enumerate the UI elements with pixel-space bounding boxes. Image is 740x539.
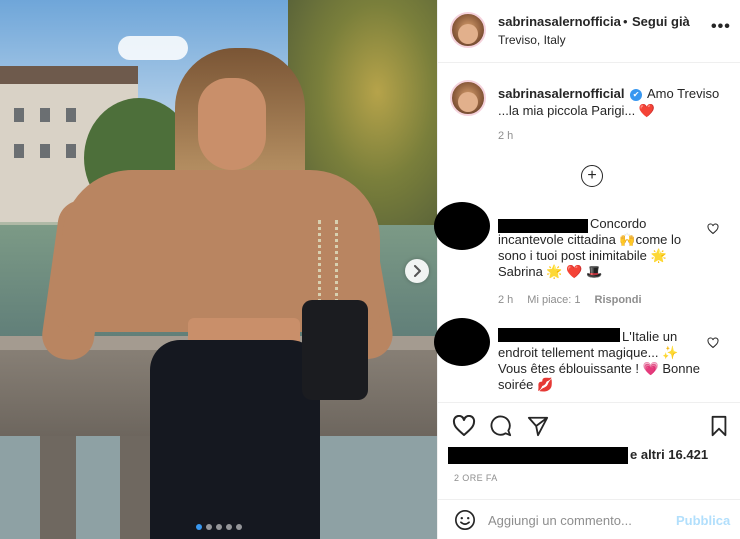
chevron-right-icon: [414, 265, 421, 277]
heart-icon[interactable]: [707, 223, 719, 235]
separator-dot: •: [623, 14, 628, 29]
comment-text: L'Italie un endroit tellement magique...…: [498, 329, 700, 392]
reply-button[interactable]: Rispondi: [595, 294, 642, 306]
building-roof: [0, 66, 138, 84]
carousel-next-button[interactable]: [405, 259, 429, 283]
bag-chain: [318, 220, 338, 310]
comment-input[interactable]: [488, 508, 668, 532]
bookmark-icon[interactable]: [709, 415, 729, 437]
caption: sabrinasalernofficial ✔ Amo Treviso ...l…: [498, 85, 723, 119]
cloud: [118, 36, 188, 60]
carousel-dot: [206, 524, 212, 530]
more-options-icon[interactable]: •••: [711, 18, 731, 36]
carousel-dot: [216, 524, 222, 530]
carousel-dot: [226, 524, 232, 530]
comment-text: Concordo incantevole cittadina 🙌come lo …: [498, 216, 682, 279]
post-comment-button[interactable]: Pubblica: [676, 513, 730, 528]
load-more-comments-button[interactable]: +: [581, 165, 603, 187]
building-window: [14, 108, 24, 122]
comment-meta: 2 h Mi piace: 1 Rispondi: [498, 294, 642, 306]
woman-pants: [150, 340, 320, 539]
plus-icon: +: [587, 167, 597, 184]
building-window: [40, 144, 50, 158]
redacted-liker: [448, 447, 628, 464]
railing-post: [40, 436, 76, 539]
post-actions: [438, 402, 740, 448]
comment-icon[interactable]: [489, 415, 513, 437]
avatar[interactable]: [450, 80, 486, 116]
carousel-indicator: [196, 524, 242, 530]
likes-count[interactable]: e altri 16.421: [630, 447, 708, 462]
post-photo[interactable]: [0, 0, 437, 539]
building-window: [66, 144, 76, 158]
heart-icon[interactable]: [452, 415, 476, 437]
heart-icon[interactable]: [707, 337, 719, 349]
post-side-panel: sabrinasalernofficia • Segui già Treviso…: [434, 0, 740, 539]
building-window: [66, 108, 76, 122]
share-icon[interactable]: [526, 415, 550, 437]
redacted-avatar: [434, 202, 490, 250]
emoji-icon[interactable]: [454, 509, 476, 531]
building-window: [14, 144, 24, 158]
post-age[interactable]: 2 ORE FA: [454, 473, 498, 483]
post-username[interactable]: sabrinasalernofficia: [498, 14, 621, 29]
comment-timestamp[interactable]: 2 h: [498, 294, 513, 306]
caption-timestamp[interactable]: 2 h: [498, 130, 513, 142]
carousel-dot: [196, 524, 202, 530]
avatar[interactable]: [450, 12, 486, 48]
post-location[interactable]: Treviso, Italy: [498, 33, 566, 47]
caption-username[interactable]: sabrinasalernofficial: [498, 86, 624, 101]
post-header: sabrinasalernofficia • Segui già Treviso…: [438, 0, 740, 63]
carousel-dot: [236, 524, 242, 530]
comment-likes[interactable]: Mi piace: 1: [527, 294, 580, 306]
following-button[interactable]: Segui già: [632, 14, 690, 29]
verified-badge-icon: ✔: [630, 89, 643, 101]
add-comment-form: Pubblica: [438, 499, 740, 539]
building-window: [40, 108, 50, 122]
redacted-avatar: [434, 318, 490, 366]
woman-face: [198, 78, 266, 170]
handbag: [302, 300, 368, 400]
